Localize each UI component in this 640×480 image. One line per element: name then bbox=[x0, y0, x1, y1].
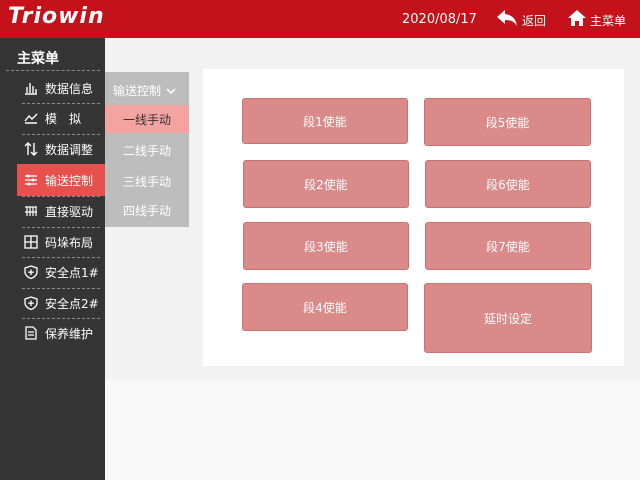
back-label: 返回 bbox=[522, 13, 547, 28]
shield-plus-icon bbox=[23, 264, 39, 280]
conveyor-submenu: 输送控制 一线手动 二线手动 三线手动 四线手动 bbox=[105, 72, 189, 227]
content-area-lower bbox=[105, 379, 640, 480]
sidebar-item-maintenance[interactable]: 保养维护 bbox=[17, 318, 105, 348]
divider bbox=[6, 70, 100, 71]
sidebar-item-label: 直接驱动 bbox=[45, 204, 94, 219]
sidebar-item-simulate[interactable]: 模 拟 bbox=[17, 103, 105, 133]
home-label: 主菜单 bbox=[590, 13, 627, 28]
sidebar-item-label: 数据调整 bbox=[45, 142, 94, 157]
sidebar-item-label: 安全点2# bbox=[45, 296, 99, 311]
submenu-title[interactable]: 输送控制 bbox=[113, 82, 176, 99]
sidebar-item-direct-drive[interactable]: 直接驱动 bbox=[17, 196, 105, 226]
shield-plus-icon bbox=[23, 295, 39, 311]
submenu-item-line-1[interactable]: 一线手动 bbox=[105, 105, 189, 133]
segment-3-enable-button[interactable]: 段3使能 bbox=[243, 222, 409, 270]
submenu-title-label: 输送控制 bbox=[113, 84, 162, 98]
segment-5-enable-button[interactable]: 段5使能 bbox=[424, 98, 591, 146]
brand-logo: Triowin bbox=[8, 4, 105, 29]
sidebar-item-label: 安全点1# bbox=[45, 265, 99, 280]
sidebar-item-conveyor-control[interactable]: 输送控制 bbox=[17, 164, 105, 196]
sidebar-item-label: 保养维护 bbox=[45, 326, 94, 341]
line-chart-icon bbox=[23, 110, 39, 126]
segment-4-enable-button[interactable]: 段4使能 bbox=[242, 283, 408, 331]
segment-2-enable-button[interactable]: 段2使能 bbox=[243, 160, 409, 208]
back-arrow-icon bbox=[496, 9, 518, 31]
home-button[interactable]: 主菜单 bbox=[567, 9, 626, 31]
sidebar-item-label: 码垛布局 bbox=[45, 235, 94, 250]
home-icon bbox=[567, 9, 587, 31]
segment-7-enable-button[interactable]: 段7使能 bbox=[425, 222, 591, 270]
back-button[interactable]: 返回 bbox=[496, 10, 546, 30]
sidebar-item-label: 输送控制 bbox=[45, 173, 94, 188]
date-display: 2020/08/17 bbox=[402, 12, 477, 27]
control-panel: 段1使能 段5使能 段2使能 段6使能 段3使能 段7使能 段4使能 延时设定 bbox=[203, 69, 624, 366]
segment-1-enable-button[interactable]: 段1使能 bbox=[242, 98, 408, 144]
segment-6-enable-button[interactable]: 段6使能 bbox=[425, 160, 591, 208]
sidebar: 主菜单 数据信息 模 拟 数据调整 输送控制 直接驱动 码垛布局 安全点1# 安… bbox=[0, 38, 105, 450]
sidebar-item-data-info[interactable]: 数据信息 bbox=[17, 73, 105, 103]
submenu-item-line-3[interactable]: 三线手动 bbox=[105, 169, 189, 193]
sidebar-item-label: 模 拟 bbox=[45, 111, 82, 126]
sidebar-item-safe-point-1[interactable]: 安全点1# bbox=[17, 257, 105, 287]
delay-setting-button[interactable]: 延时设定 bbox=[424, 283, 592, 353]
submenu-item-line-4[interactable]: 四线手动 bbox=[105, 198, 189, 222]
sidebar-item-data-adjust[interactable]: 数据调整 bbox=[17, 134, 105, 164]
grid-icon bbox=[23, 234, 39, 250]
sidebar-title: 主菜单 bbox=[17, 51, 59, 67]
submenu-item-line-2[interactable]: 二线手动 bbox=[105, 138, 189, 162]
sidebar-item-label: 数据信息 bbox=[45, 81, 94, 96]
sliders-icon bbox=[23, 172, 39, 188]
sidebar-bottom bbox=[0, 450, 105, 480]
bar-chart-icon bbox=[23, 80, 39, 96]
up-down-arrows-icon bbox=[23, 141, 39, 157]
sidebar-item-safe-point-2[interactable]: 安全点2# bbox=[17, 288, 105, 318]
drive-icon bbox=[23, 203, 39, 219]
chevron-down-icon bbox=[166, 87, 176, 95]
maintenance-icon bbox=[23, 325, 39, 341]
sidebar-item-palletizing-layout[interactable]: 码垛布局 bbox=[17, 227, 105, 257]
header-bar: Triowin 2020/08/17 返回 主菜单 bbox=[0, 0, 640, 38]
